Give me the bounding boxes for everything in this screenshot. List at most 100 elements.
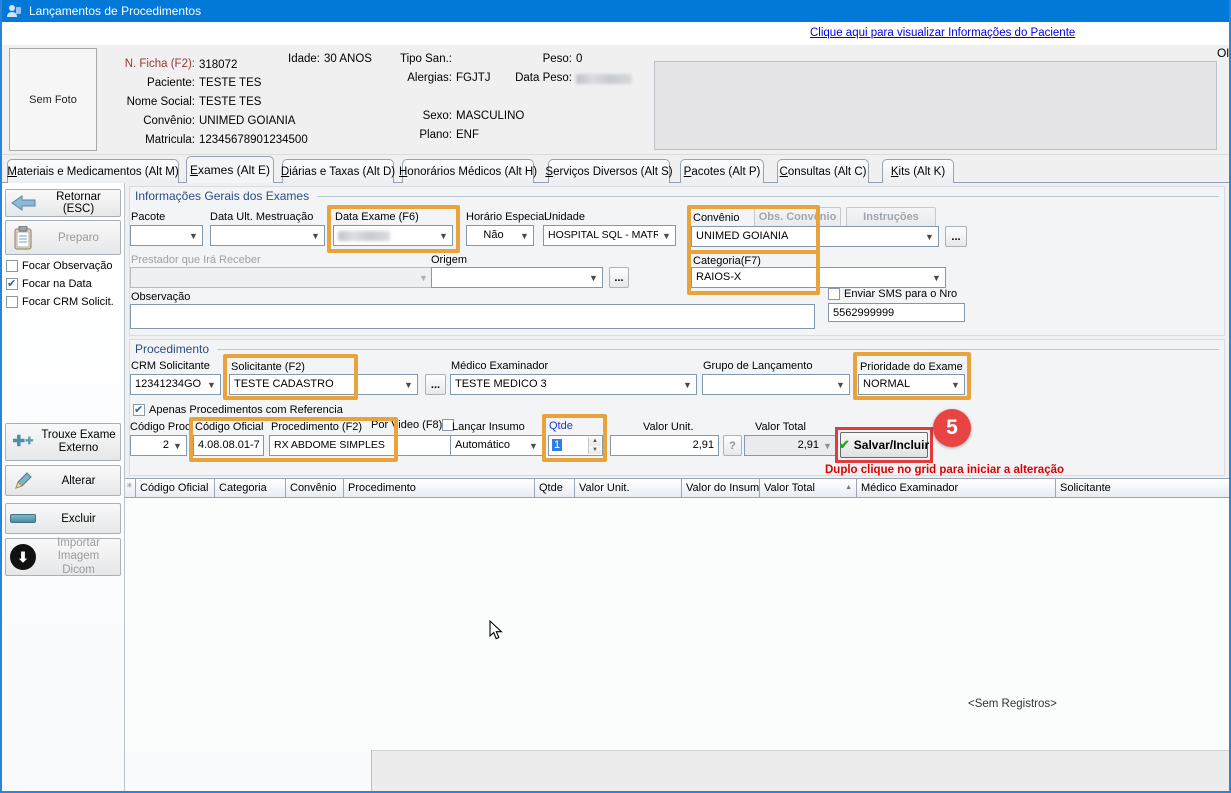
- salvar-incluir-button[interactable]: ✔ Salvar/Incluir: [840, 432, 928, 458]
- crm-solicitante-select[interactable]: 12341234GO▼: [130, 374, 221, 395]
- patient-info-link[interactable]: Clique aqui para visualizar Informações …: [810, 27, 1075, 39]
- origem-select[interactable]: ▼: [431, 267, 603, 288]
- sms-number-input[interactable]: 5562999999: [828, 303, 965, 322]
- retornar-button[interactable]: Retornar (ESC): [5, 189, 121, 217]
- medico-examinador-select[interactable]: TESTE MEDICO 3▼: [450, 374, 697, 395]
- data-ult-mestruacao-select[interactable]: ▼: [210, 225, 325, 246]
- dropdown-arrow-icon[interactable]: ▼: [309, 226, 322, 245]
- dropdown-arrow-icon[interactable]: ▼: [587, 268, 600, 287]
- tab-materiais-e-medicamentos[interactable]: Materiais e Medicamentos (Alt M): [7, 159, 179, 183]
- informacoes-gerais-title: Informações Gerais dos Exames: [135, 189, 1219, 203]
- paciente-value: TESTE TES: [199, 77, 261, 89]
- dropdown-arrow-icon[interactable]: ▼: [527, 436, 540, 455]
- convenio-select[interactable]: UNIMED GOIANIA▼: [691, 226, 939, 247]
- dropdown-arrow-icon[interactable]: ▼: [681, 375, 694, 394]
- enviar-sms-checkbox[interactable]: [828, 288, 840, 300]
- column-medico-examinador[interactable]: Médico Examinador: [857, 479, 1056, 497]
- horario-especial-select[interactable]: Não▼: [466, 225, 534, 246]
- preparo-button[interactable]: Preparo: [5, 220, 121, 255]
- unidade-select[interactable]: HOSPITAL SQL - MATRIZ▼: [543, 225, 676, 246]
- codigo-oficial-label: Código Oficial: [195, 421, 263, 433]
- prioridade-exame-select[interactable]: NORMAL▼: [858, 374, 965, 395]
- column-qtde[interactable]: Qtde: [535, 479, 575, 497]
- convenio-ellipsis-button[interactable]: ...: [945, 226, 967, 247]
- grupo-lancamento-label: Grupo de Lançamento: [703, 360, 812, 372]
- spin-up-icon[interactable]: ▲: [588, 437, 601, 446]
- grupo-lancamento-select[interactable]: ▼: [702, 374, 850, 395]
- tab-consultas[interactable]: Consultas (Alt C): [777, 159, 869, 183]
- dropdown-arrow-icon[interactable]: ▼: [923, 227, 936, 246]
- alterar-button[interactable]: Alterar: [5, 465, 121, 496]
- tab-kits[interactable]: Kits (Alt K): [882, 159, 954, 183]
- grid-body[interactable]: <Sem Registros>: [125, 498, 1229, 750]
- dropdown-arrow-icon[interactable]: ▼: [417, 268, 430, 287]
- column-solicitante[interactable]: Solicitante: [1056, 479, 1229, 497]
- lancar-insumo-select[interactable]: Automático▼: [450, 435, 543, 456]
- spin-down-icon[interactable]: ▼: [588, 446, 601, 455]
- column-valor-total[interactable]: Valor Total▲: [760, 479, 857, 497]
- dropdown-arrow-icon[interactable]: ▼: [187, 226, 200, 245]
- dropdown-arrow-icon[interactable]: ▼: [402, 375, 415, 394]
- prestador-select[interactable]: ▼: [130, 267, 433, 288]
- procedimento-select[interactable]: RX ABDOME SIMPLES▼: [269, 435, 465, 456]
- valor-unit-input[interactable]: 2,91: [610, 435, 719, 456]
- trouxe-exame-externo-button[interactable]: ✚✚ Trouxe Exame Externo: [5, 423, 121, 461]
- observacao-input[interactable]: [130, 304, 815, 329]
- tab-diarias-e-taxas[interactable]: Diárias e Taxas (Alt D): [282, 159, 394, 183]
- step-badge: 5: [933, 409, 971, 447]
- column-valor-unit[interactable]: Valor Unit.: [575, 479, 682, 497]
- column-codigo-oficial[interactable]: Código Oficial: [136, 479, 215, 497]
- focar-na-data-checkbox[interactable]: [6, 278, 18, 290]
- dropdown-arrow-icon[interactable]: ▼: [437, 226, 450, 245]
- origem-ellipsis-button[interactable]: ...: [609, 267, 629, 288]
- dropdown-arrow-icon[interactable]: ▼: [821, 436, 834, 455]
- pacote-select[interactable]: ▼: [130, 225, 203, 246]
- dropdown-arrow-icon[interactable]: ▼: [930, 268, 943, 287]
- data-exame-select[interactable]: ▼: [333, 225, 453, 246]
- excluir-button[interactable]: Excluir: [5, 503, 121, 534]
- dropdown-arrow-icon[interactable]: ▼: [171, 436, 184, 455]
- valor-unit-help-button[interactable]: ?: [723, 435, 742, 456]
- codigo-oficial-input[interactable]: 4.08.08.01-7: [193, 435, 264, 456]
- instrucoes-button[interactable]: Instruções: [846, 207, 936, 227]
- matricula-label: Matricula:: [85, 134, 195, 146]
- pencil-icon: [10, 468, 36, 494]
- qtde-stepper[interactable]: 1 ▲▼: [548, 435, 603, 456]
- column-categoria[interactable]: Categoria: [215, 479, 286, 497]
- tipo-san-label: Tipo San.:: [362, 53, 452, 65]
- dropdown-arrow-icon[interactable]: ▼: [834, 375, 847, 394]
- apenas-referencia-checkbox[interactable]: [133, 404, 145, 416]
- crm-solicitante-label: CRM Solicitante: [131, 360, 210, 372]
- tab-honorarios-medicos[interactable]: Honorários Médicos (Alt H): [402, 159, 534, 183]
- codigo-proc-select[interactable]: 2▼: [130, 435, 187, 456]
- tab-servicos-diversos[interactable]: Serviços Diversos (Alt S): [548, 159, 670, 183]
- app-icon: [6, 3, 22, 19]
- tab-exames[interactable]: Exames (Alt E): [186, 156, 274, 183]
- data-ult-mestruacao-label: Data Ult. Mestruação: [210, 211, 313, 223]
- data-exame-label: Data Exame (F6): [335, 211, 419, 223]
- corner-text: Ol: [1217, 46, 1229, 60]
- column-convenio[interactable]: Convênio: [286, 479, 344, 497]
- sidebar: Retornar (ESC) Preparo Focar Observação …: [2, 183, 125, 793]
- column-procedimento[interactable]: Procedimento: [344, 479, 535, 497]
- categoria-select[interactable]: RAIOS-X▼: [691, 267, 946, 288]
- dropdown-arrow-icon[interactable]: ▼: [205, 375, 218, 394]
- focar-crm-checkbox[interactable]: [6, 296, 18, 308]
- title-bar[interactable]: Lançamentos de Procedimentos: [0, 0, 1231, 22]
- solicitante-ellipsis-button[interactable]: ...: [425, 374, 446, 395]
- main-panel: Informações Gerais dos Exames Pacote ▼ D…: [125, 183, 1229, 793]
- data-peso-label: Data Peso:: [482, 72, 572, 84]
- focar-observacao-row: Focar Observação: [6, 260, 112, 272]
- focar-na-data-label: Focar na Data: [22, 278, 92, 290]
- valor-total-select[interactable]: 2,91▼: [744, 435, 837, 456]
- dropdown-arrow-icon[interactable]: ▼: [949, 375, 962, 394]
- dropdown-arrow-icon[interactable]: ▼: [660, 226, 673, 245]
- focar-observacao-checkbox[interactable]: [6, 260, 18, 272]
- dropdown-arrow-icon[interactable]: ▼: [518, 226, 531, 245]
- sexo-value: MASCULINO: [456, 110, 524, 122]
- solicitante-select[interactable]: TESTE CADASTRO▼: [229, 374, 418, 395]
- tab-pacotes[interactable]: Pacotes (Alt P): [680, 159, 764, 183]
- column-valor-insumo[interactable]: Valor do Insumo: [682, 479, 760, 497]
- obs-convenio-button[interactable]: Obs. Convênio: [754, 207, 841, 227]
- importar-imagem-dicom-button[interactable]: ⬇ Importar Imagem Dicom: [5, 538, 121, 576]
